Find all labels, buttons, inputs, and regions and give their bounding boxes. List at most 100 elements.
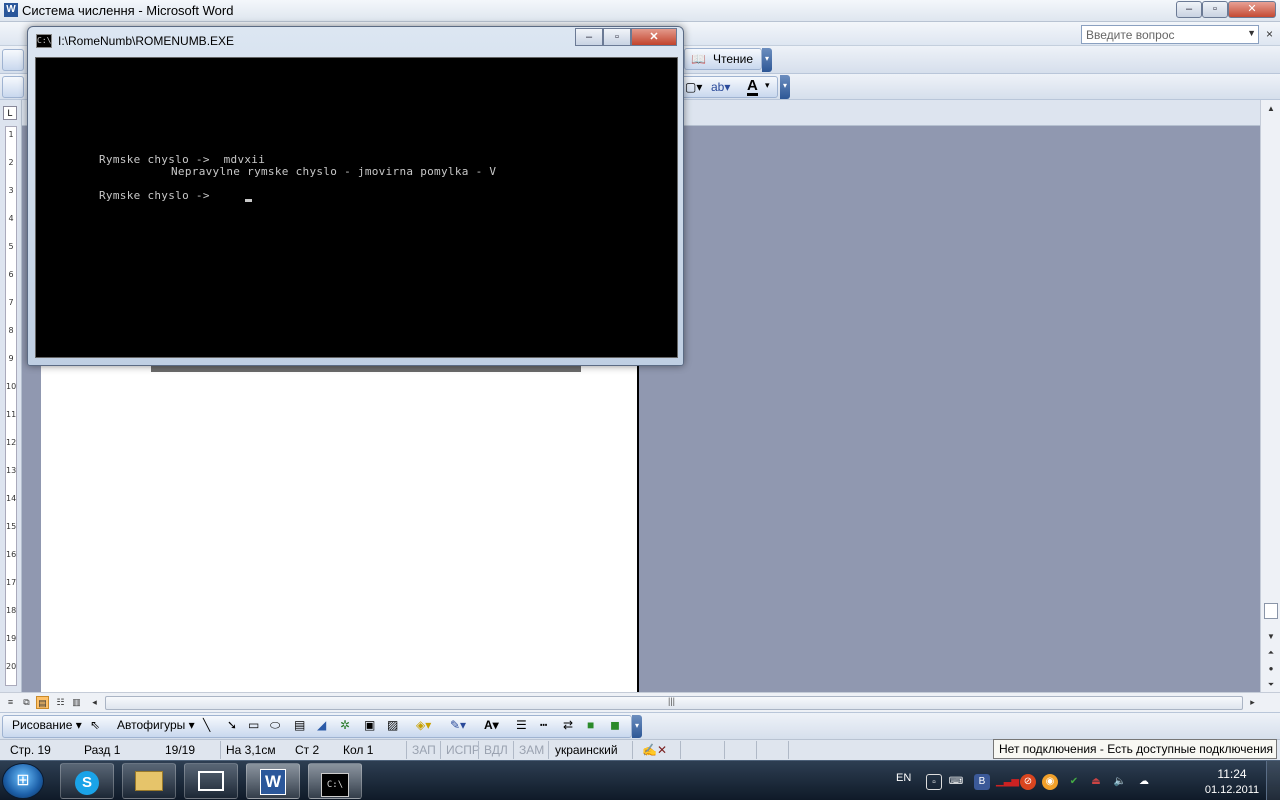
skype-taskbar-button[interactable]: S <box>60 763 114 799</box>
status-divider <box>632 741 633 759</box>
borders-icon[interactable]: ▢▾ <box>685 80 702 94</box>
ruler-number: 16 <box>6 550 17 559</box>
scroll-right-icon[interactable]: ▸ <box>1246 696 1259 709</box>
show-desktop-button[interactable] <box>1266 761 1280 800</box>
next-page-icon[interactable]: ⏷ <box>1264 678 1278 692</box>
console-window-icon[interactable]: C:\ <box>36 34 52 48</box>
diagram-icon[interactable]: ✲ <box>340 718 350 732</box>
vk-icon[interactable]: B <box>974 774 990 790</box>
clock-time[interactable]: 11:24 <box>1210 767 1254 781</box>
drawing-font-color-icon[interactable]: A▾ <box>484 718 499 732</box>
drawing-options-chevron[interactable]: ▾ <box>632 715 642 738</box>
reading-view-icon[interactable]: ▥ <box>70 696 83 709</box>
vertical-scrollbar[interactable]: ▲ ▼ ⏶ ● ⏷ <box>1260 100 1280 692</box>
ruler-number: 13 <box>6 466 17 475</box>
tab-selector-icon[interactable]: L <box>3 106 17 120</box>
formatting-options-chevron[interactable]: ▾ <box>780 75 790 99</box>
console-maximize-button[interactable]: ▫ <box>603 28 631 46</box>
explorer-taskbar-button[interactable] <box>122 763 176 799</box>
maximize-button[interactable]: ▫ <box>1202 1 1228 18</box>
oval-icon[interactable]: ⬭ <box>270 718 280 733</box>
start-button[interactable]: ⊞ <box>2 763 44 799</box>
formatting-band-right: ▢▾ ab▾ A ▾ <box>680 76 778 98</box>
ask-question-input[interactable]: Введите вопрос ▼ <box>1081 25 1259 44</box>
windows-switcher-icon <box>198 771 224 791</box>
word-icon: W <box>260 769 286 795</box>
wordart-icon[interactable]: ◢ <box>317 718 326 732</box>
font-color-dropdown-icon[interactable]: ▾ <box>765 80 770 91</box>
console-output[interactable]: Rymske chyslo -> mdvxii Nepravylne rymsk… <box>35 57 678 358</box>
close-button[interactable]: ✕ <box>1228 1 1276 18</box>
word-window-title: Система числення - Microsoft Word <box>22 3 234 18</box>
window-icon[interactable]: ▫ <box>926 774 942 790</box>
scroll-up-icon[interactable]: ▲ <box>1264 102 1278 116</box>
vertical-scroll-thumb[interactable] <box>1264 603 1278 619</box>
spelling-status-icon[interactable]: ✍✕ <box>642 743 667 757</box>
console-minimize-button[interactable]: – <box>575 28 603 46</box>
console-window[interactable]: C:\ I:\RomeNumb\ROMENUMB.EXE – ▫ ✕ Rymsk… <box>27 26 684 366</box>
print-layout-icon[interactable]: ▤ <box>36 696 49 709</box>
word-taskbar-button[interactable]: W <box>246 763 300 799</box>
arrow-icon[interactable]: ➘ <box>227 718 237 732</box>
close-document-icon[interactable]: × <box>1266 27 1273 41</box>
line-icon[interactable]: ╲ <box>203 718 210 732</box>
ask-question-placeholder: Введите вопрос <box>1086 28 1175 42</box>
status-divider <box>513 741 514 759</box>
toolbar-band-left-2 <box>2 76 24 98</box>
ruler-number: 5 <box>8 242 14 251</box>
checkmark-icon[interactable]: ✔ <box>1066 774 1082 790</box>
select-objects-icon[interactable]: ⇖ <box>90 718 100 732</box>
previous-page-icon[interactable]: ⏶ <box>1264 646 1278 660</box>
rectangle-icon[interactable]: ▭ <box>248 718 259 732</box>
antivirus-icon[interactable]: ⊘ <box>1020 774 1036 790</box>
usb-icon[interactable]: ⏏ <box>1088 774 1104 790</box>
switch-windows-taskbar-button[interactable] <box>184 763 238 799</box>
3d-style-icon[interactable]: ◼ <box>610 718 620 732</box>
scroll-down-icon[interactable]: ▼ <box>1264 630 1278 644</box>
volume-icon[interactable]: 🔈 <box>1112 774 1128 790</box>
toolbar-options-chevron[interactable]: ▾ <box>762 48 772 72</box>
scroll-grip-icon[interactable]: ||| <box>668 696 675 706</box>
arrow-style-icon[interactable]: ⇄ <box>563 718 573 732</box>
ruler-number: 8 <box>8 326 14 335</box>
network-signal-icon[interactable]: ▁▃▅ <box>996 774 1019 790</box>
ruler-scale <box>5 126 17 686</box>
chevron-down-icon[interactable]: ▼ <box>1247 28 1256 38</box>
word-app-icon[interactable]: W <box>4 3 18 17</box>
web-view-icon[interactable]: ⧉ <box>20 696 33 709</box>
reading-mode-button[interactable]: Чтение <box>713 52 753 66</box>
status-ext[interactable]: ВДЛ <box>484 743 508 757</box>
autoshapes-menu[interactable]: Автофигуры ▾ <box>117 718 195 732</box>
ruler-number: 4 <box>8 214 14 223</box>
text-box-icon[interactable]: ▤ <box>294 718 305 732</box>
console-taskbar-button[interactable]: C:\ <box>308 763 362 799</box>
status-rec[interactable]: ЗАП <box>412 743 436 757</box>
normal-view-icon[interactable]: ≡ <box>4 696 17 709</box>
status-page-of: 19/19 <box>165 743 196 757</box>
status-trk[interactable]: ИСПР <box>446 743 480 757</box>
shadow-style-icon[interactable]: ■ <box>587 718 594 732</box>
status-language[interactable]: украинский <box>555 743 618 757</box>
highlight-icon[interactable]: ab▾ <box>711 80 730 94</box>
drawing-menu[interactable]: Рисование ▾ <box>12 718 82 732</box>
scroll-left-icon[interactable]: ◂ <box>88 696 101 709</box>
clock-date[interactable]: 01.12.2011 <box>1200 784 1264 796</box>
clip-art-icon[interactable]: ▣ <box>364 718 375 732</box>
browse-object-icon[interactable]: ● <box>1264 662 1278 676</box>
update-icon[interactable]: ◉ <box>1042 774 1058 790</box>
language-indicator[interactable]: EN <box>896 772 911 784</box>
minimize-button[interactable]: – <box>1176 1 1202 18</box>
keyboard-icon[interactable]: ⌨ <box>948 774 964 790</box>
font-color-icon[interactable]: A <box>747 78 758 96</box>
status-ovr[interactable]: ЗАМ <box>519 743 544 757</box>
fill-color-icon[interactable]: ◈▾ <box>416 718 431 732</box>
line-color-icon[interactable]: ✎▾ <box>450 718 466 732</box>
dash-style-icon[interactable]: ┅ <box>540 718 547 732</box>
network-icon[interactable]: ☁ <box>1136 774 1152 790</box>
line-style-icon[interactable]: ☰ <box>516 718 527 732</box>
outline-view-icon[interactable]: ☷ <box>54 696 67 709</box>
book-icon: 📖 <box>691 52 706 66</box>
console-close-button[interactable]: ✕ <box>631 28 677 46</box>
status-divider <box>788 741 789 759</box>
picture-icon[interactable]: ▨ <box>387 718 398 732</box>
